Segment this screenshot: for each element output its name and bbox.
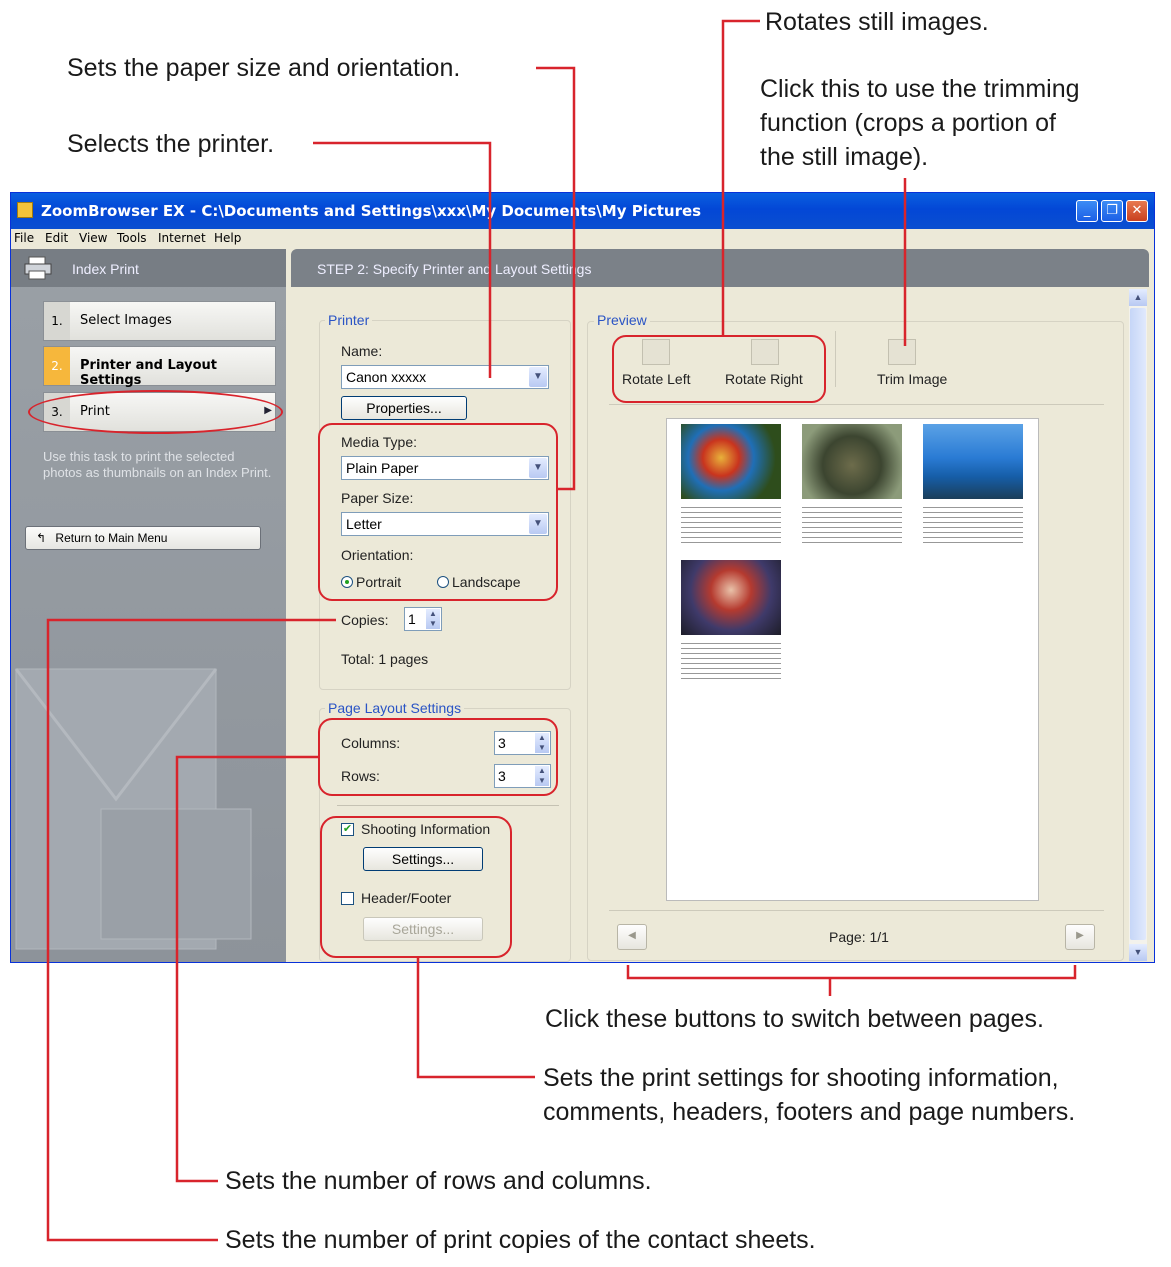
leader-rows-cols	[175, 755, 318, 1183]
leader-rotate	[721, 19, 760, 335]
leader-printer	[313, 141, 492, 378]
leader-pages-bracket	[626, 965, 1077, 980]
leader-shooting	[416, 958, 535, 1079]
leader-lines	[46, 19, 1077, 1242]
leader-paper	[536, 66, 576, 491]
leader-copies	[46, 618, 336, 1242]
callout-lines	[46, 19, 1077, 1242]
